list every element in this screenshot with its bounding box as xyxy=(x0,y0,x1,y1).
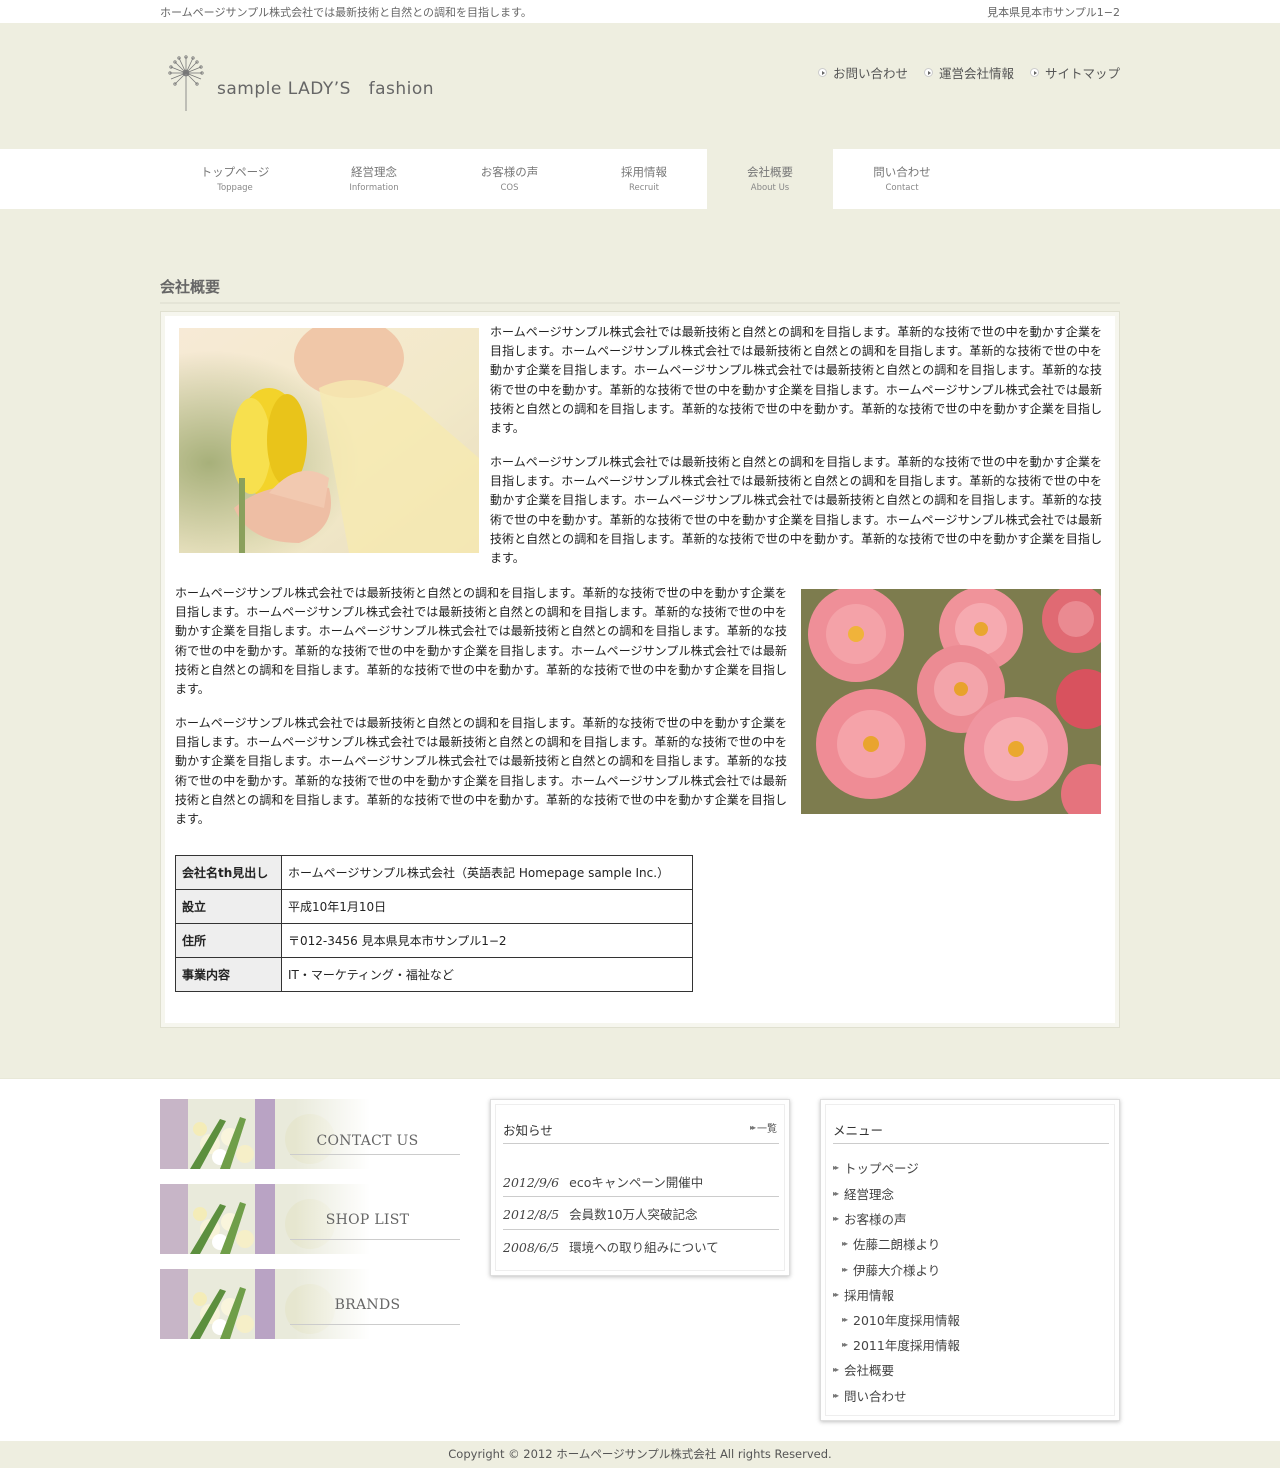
menu-item-sato[interactable]: ▸▸ 佐藤二朗様より xyxy=(842,1234,940,1253)
contact-us-banner[interactable]: CONTACT US xyxy=(160,1099,460,1169)
header-address: 見本県見本市サンプル1−2 xyxy=(987,6,1120,19)
site-tagline: ホームページサンプル株式会社では最新技術と自然との調和を目指します。 xyxy=(160,6,532,19)
dandelion-icon xyxy=(168,55,204,111)
double-chevron-icon: ▸▸ xyxy=(842,1265,848,1274)
news-panel: お知らせ ▸▸ 一覧 2012/9/6 ecoキャンペーン開催中 2012/8/5 会… xyxy=(490,1099,790,1276)
banner-label: BRANDS xyxy=(334,1297,401,1313)
banner-label: CONTACT US xyxy=(316,1133,419,1149)
table-header-cell: 設立 xyxy=(175,889,282,924)
table-cell: ホームページサンプル株式会社（英語表記 Homepage sample Inc.… xyxy=(281,855,693,890)
nav-contact[interactable]: 問い合わせ Contact xyxy=(833,149,971,209)
company-info-table: 会社名th見出し ホームページサンプル株式会社（英語表記 Homepage sam… xyxy=(175,855,693,992)
banner-label: SHOP LIST xyxy=(325,1212,410,1228)
banner-underline xyxy=(290,1154,460,1155)
sitemap-link[interactable]: サイトマップ xyxy=(1029,63,1120,82)
news-item[interactable]: 2008/6/5 環境への取り組みについて xyxy=(503,1237,719,1256)
top-strip: ホームページサンプル株式会社では最新技術と自然との調和を目指します。 見本県見本… xyxy=(0,0,1280,23)
double-chevron-icon: ▸▸ xyxy=(833,1391,839,1400)
intro-paragraph-2: ホームページサンプル株式会社では最新技術と自然との調和を目指します。革新的な技術… xyxy=(490,455,1102,566)
company-info-link[interactable]: 運営会社情報 xyxy=(923,63,1014,82)
logo-text: sample LADY’S fashion xyxy=(217,79,435,99)
global-nav: トップページ Toppage 経営理念 Information お客様の声 COS 採… xyxy=(0,149,1280,209)
news-list-link[interactable]: ▸▸ 一覧 xyxy=(750,1120,777,1135)
nav-information[interactable]: 経営理念 Information xyxy=(310,149,438,209)
site-header: sample LADY’S fashion お問い合わせ 運営会社情報 サイトマ… xyxy=(0,23,1280,149)
arrow-bullet-icon xyxy=(817,68,827,77)
menu-panel: メニュー ▸▸ トップページ ▸▸ 経営理念 ▸▸ お客様の声 ▸▸ 佐藤二朗様より ▸… xyxy=(820,1099,1120,1421)
double-chevron-icon: ▸▸ xyxy=(833,1365,839,1374)
double-chevron-icon: ▸▸ xyxy=(842,1340,848,1349)
table-cell: 〒012-3456 見本県見本市サンプル1−2 xyxy=(281,923,693,958)
arrow-bullet-icon xyxy=(1029,68,1039,77)
menu-title: メニュー xyxy=(833,1123,884,1138)
table-header-cell: 事業内容 xyxy=(175,957,282,992)
double-chevron-icon: ▸▸ xyxy=(842,1239,848,1248)
dahlia-flowers-photo xyxy=(801,589,1101,814)
nav-toppage[interactable]: トップページ Toppage xyxy=(160,149,310,209)
menu-item-contact[interactable]: ▸▸ 問い合わせ xyxy=(833,1386,907,1405)
banner-underline xyxy=(290,1239,460,1240)
banner-underline xyxy=(290,1324,460,1325)
menu-item-toppage[interactable]: ▸▸ トップページ xyxy=(833,1158,919,1177)
body-paragraph-1: ホームページサンプル株式会社では最新技術と自然との調和を目指します。革新的な技術… xyxy=(175,586,787,697)
intro-paragraph-1: ホームページサンプル株式会社では最新技術と自然との調和を目指します。革新的な技術… xyxy=(490,325,1102,436)
table-row: 事業内容 IT・マーケティング・福祉など xyxy=(175,957,693,992)
contact-link[interactable]: お問い合わせ xyxy=(817,63,908,82)
news-item[interactable]: 2012/8/5 会員数10万人突破記念 xyxy=(503,1204,698,1223)
double-chevron-icon: ▸▸ xyxy=(842,1315,848,1324)
shop-list-banner[interactable]: SHOP LIST xyxy=(160,1184,460,1254)
table-row: 会社名th見出し ホームページサンプル株式会社（英語表記 Homepage sam… xyxy=(175,855,693,890)
news-item[interactable]: 2012/9/6 ecoキャンペーン開催中 xyxy=(503,1172,703,1191)
news-title: お知らせ xyxy=(503,1123,553,1138)
table-row: 住所 〒012-3456 見本県見本市サンプル1−2 xyxy=(175,923,693,958)
menu-item-information[interactable]: ▸▸ 経営理念 xyxy=(833,1184,894,1203)
menu-item-about-us[interactable]: ▸▸ 会社概要 xyxy=(833,1360,894,1379)
body-paragraph-2: ホームページサンプル株式会社では最新技術と自然との調和を目指します。革新的な技術… xyxy=(175,716,787,827)
double-chevron-icon: ▸▸ xyxy=(833,1163,839,1172)
menu-item-recruit-2010[interactable]: ▸▸ 2010年度採用情報 xyxy=(842,1310,960,1329)
menu-item-ito[interactable]: ▸▸ 伊藤大介様より xyxy=(842,1260,940,1279)
copyright-bar: Copyright © 2012 ホームページサンプル株式会社 All righ… xyxy=(0,1441,1280,1468)
table-cell: 平成10年1月10日 xyxy=(281,889,693,924)
title-divider xyxy=(160,302,1120,304)
brands-banner[interactable]: BRANDS xyxy=(160,1269,460,1339)
menu-item-recruit-2011[interactable]: ▸▸ 2011年度採用情報 xyxy=(842,1335,960,1354)
table-row: 設立 平成10年1月10日 xyxy=(175,889,693,924)
page-title: 会社概要 xyxy=(160,278,221,296)
nav-about-us[interactable]: 会社概要 About Us xyxy=(707,149,833,209)
double-chevron-icon: ▸▸ xyxy=(749,1123,756,1132)
header-links: お問い合わせ 運営会社情報 サイトマップ xyxy=(817,63,1120,82)
nav-cos[interactable]: お客様の声 COS xyxy=(438,149,581,209)
table-header-cell: 住所 xyxy=(175,923,282,958)
menu-item-cos[interactable]: ▸▸ お客様の声 xyxy=(833,1209,907,1228)
nav-recruit[interactable]: 採用情報 Recruit xyxy=(581,149,707,209)
arrow-bullet-icon xyxy=(923,68,933,77)
table-cell: IT・マーケティング・福祉など xyxy=(281,957,693,992)
woman-with-tulip-photo xyxy=(179,328,479,553)
menu-item-recruit[interactable]: ▸▸ 採用情報 xyxy=(833,1285,894,1304)
table-header-cell: 会社名th見出し xyxy=(175,855,282,890)
double-chevron-icon: ▸▸ xyxy=(833,1189,839,1198)
double-chevron-icon: ▸▸ xyxy=(833,1290,839,1299)
double-chevron-icon: ▸▸ xyxy=(833,1214,839,1223)
